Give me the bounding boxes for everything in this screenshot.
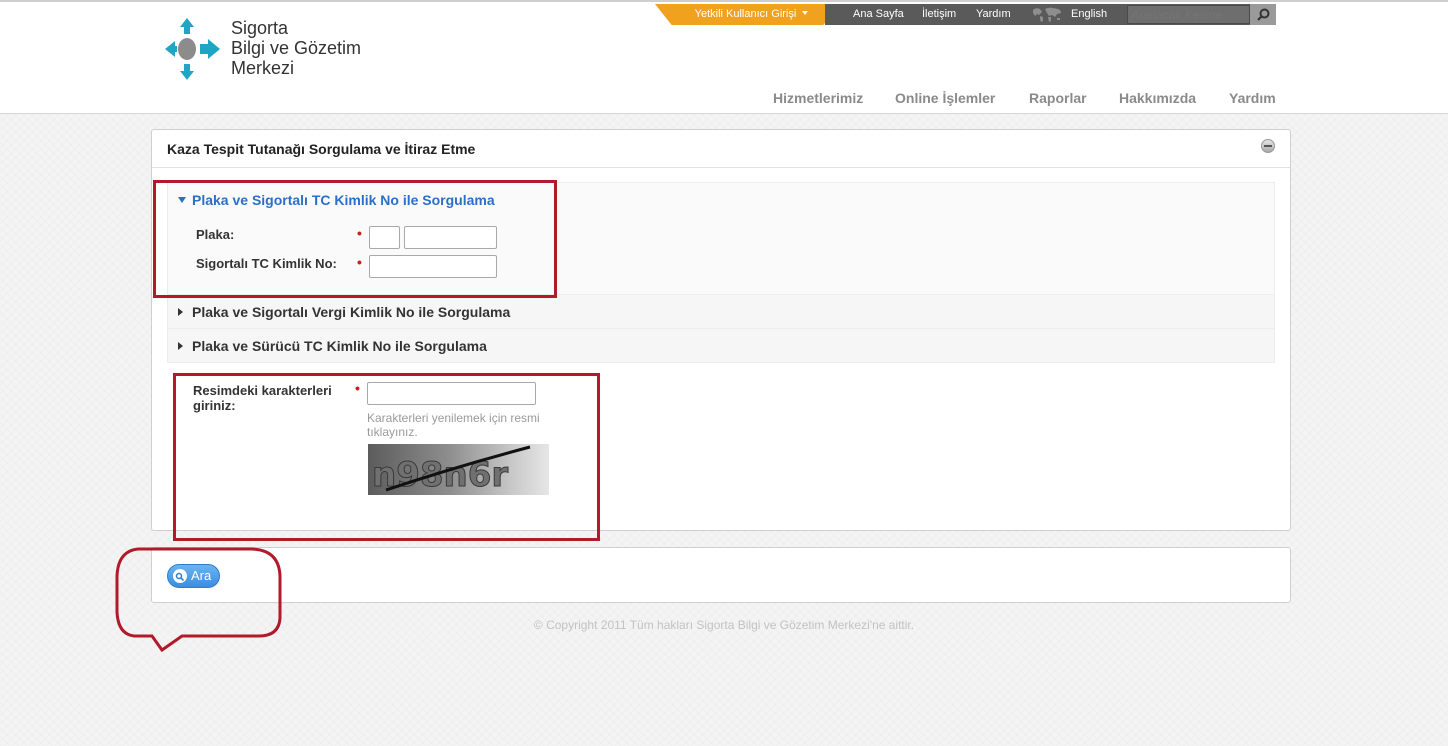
caret-down-icon — [802, 11, 809, 15]
accordion-title-vergi: Plaka ve Sigortalı Vergi Kimlik No ile S… — [192, 304, 511, 320]
site-search-input[interactable] — [1127, 5, 1250, 24]
collapse-icon[interactable] — [1261, 139, 1275, 153]
accordion-section-vergi[interactable]: Plaka ve Sigortalı Vergi Kimlik No ile S… — [167, 294, 1275, 329]
top-links-bar: Ana Sayfa İletişim Yardım English — [825, 4, 1276, 25]
authorized-login-dropdown[interactable]: Yetkili Kullanıcı Girişi — [655, 4, 840, 25]
english-link[interactable]: English — [1071, 4, 1107, 25]
home-link[interactable]: Ana Sayfa — [853, 4, 904, 25]
accordion-title-surucu: Plaka ve Sürücü TC Kimlik No ile Sorgula… — [192, 338, 487, 354]
logo-line-1: Sigorta — [231, 18, 289, 38]
logo-line-2: Bilgi ve Gözetim — [231, 38, 362, 58]
annotation-speech-bubble — [115, 547, 282, 653]
contact-link[interactable]: İletişim — [922, 4, 956, 25]
main-nav: Hizmetlerimiz Online İşlemler Raporlar H… — [0, 90, 1448, 108]
accordion-header-vergi[interactable]: Plaka ve Sigortalı Vergi Kimlik No ile S… — [178, 304, 510, 320]
annotation-box-tc-section — [153, 180, 557, 298]
action-panel: Ara — [151, 547, 1291, 603]
search-button[interactable] — [1250, 4, 1276, 25]
search-icon — [1256, 8, 1269, 21]
logo-line-3: Merkezi — [231, 58, 295, 78]
top-bar: Yetkili Kullanıcı Girişi Ana Sayfa İleti… — [655, 4, 1276, 25]
logo-text: Sigorta Bilgi ve Gözetim Merkezi — [231, 18, 361, 78]
site-header: Sigorta Bilgi ve Gözetim Merkezi Yetkili… — [0, 0, 1448, 114]
accordion-header-surucu[interactable]: Plaka ve Sürücü TC Kimlik No ile Sorgula… — [178, 338, 487, 354]
nav-raporlar[interactable]: Raporlar — [1029, 90, 1087, 106]
world-map-icon — [1031, 6, 1063, 23]
nav-yardim[interactable]: Yardım — [1229, 90, 1276, 106]
annotation-box-captcha — [173, 373, 600, 541]
authorized-login-label: Yetkili Kullanıcı Girişi — [694, 8, 797, 20]
help-link[interactable]: Yardım — [976, 4, 1011, 25]
nav-hakkimizda[interactable]: Hakkımızda — [1119, 90, 1196, 106]
triangle-right-icon — [178, 342, 183, 350]
accordion-section-surucu[interactable]: Plaka ve Sürücü TC Kimlik No ile Sorgula… — [167, 328, 1275, 363]
nav-online-islemler[interactable]: Online İşlemler — [895, 90, 995, 106]
logo-arrows-icon — [165, 18, 220, 80]
triangle-right-icon — [178, 308, 183, 316]
logo[interactable]: Sigorta Bilgi ve Gözetim Merkezi — [165, 18, 375, 82]
panel-header-divider — [152, 167, 1290, 168]
panel-title: Kaza Tespit Tutanağı Sorgulama ve İtiraz… — [167, 141, 476, 157]
nav-hizmetlerimiz[interactable]: Hizmetlerimiz — [773, 90, 863, 106]
